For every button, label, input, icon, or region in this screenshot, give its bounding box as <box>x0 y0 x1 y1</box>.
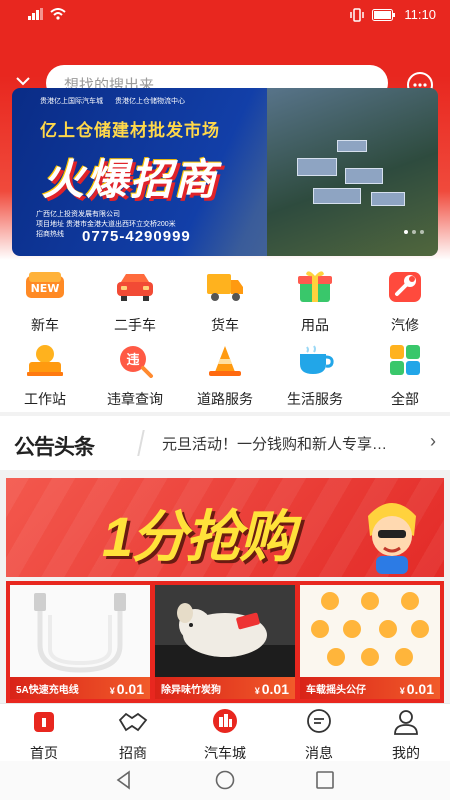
status-bar: 11:10 <box>0 0 450 30</box>
status-left <box>28 8 66 20</box>
grid-item-label: 用品 <box>301 317 329 333</box>
tab-label: 汽车城 <box>204 745 246 761</box>
chevron-right-icon[interactable]: › <box>430 431 436 452</box>
banner-company: 广西亿上投资发展有限公司 <box>36 211 120 218</box>
violation-badge: 违 <box>126 352 139 368</box>
bamboo-charcoal-dog-image <box>155 585 295 679</box>
grid-item-used-car[interactable]: 二手车 <box>90 264 180 334</box>
product-name: 除异味竹炭狗 <box>161 685 221 696</box>
handshake-icon <box>118 712 148 732</box>
grid-item-accessories[interactable]: 用品 <box>270 264 360 334</box>
promo-banner[interactable]: 1分抢购 <box>6 478 444 577</box>
price-currency: ¥ <box>254 686 260 696</box>
grid-item-label: 违章查询 <box>107 391 163 407</box>
price-currency: ¥ <box>109 686 115 696</box>
function-grid: NEW 新车 二手车 货车 用品 汽修 工作站 违 违章查询 道路服务 生活服务… <box>0 260 450 412</box>
carousel-dots <box>404 230 424 234</box>
product-price: ¥0.01 <box>110 681 144 697</box>
car-city-icon <box>213 709 237 733</box>
banner-headline: 火爆招商 <box>42 156 219 203</box>
truck-icon <box>207 274 243 301</box>
grid-item-workstation[interactable]: 工作站 <box>0 338 90 408</box>
tab-label: 首页 <box>30 745 58 761</box>
violation-search-icon: 违 <box>120 346 153 378</box>
announcement-bar[interactable]: 公告头条 元旦活动！一分钱购和新人专享… › <box>0 416 450 470</box>
workstation-icon <box>27 345 63 376</box>
banner-carousel[interactable]: 贵港亿上国际汽车城 贵港亿上仓储物流中心 亿上仓储建材批发市场 火爆招商 广西亿… <box>12 88 438 256</box>
status-right: 11:10 <box>350 7 436 22</box>
signal-icon <box>28 8 43 20</box>
banner-phone: 0775-4290999 <box>82 228 191 245</box>
product-price: ¥0.01 <box>400 681 434 697</box>
banner-address: 贵港市金港大道出西环立交桥200米 <box>65 221 176 228</box>
product-card[interactable]: 除异味竹炭狗 ¥0.01 <box>155 585 295 699</box>
home-icon <box>34 712 54 732</box>
grid-item-new-car[interactable]: NEW 新车 <box>0 264 90 334</box>
battery-icon <box>372 8 396 21</box>
tab-messages[interactable]: 消息 <box>284 708 354 762</box>
grid-item-truck[interactable]: 货车 <box>180 264 270 334</box>
banner-title: 亿上仓储建材批发市场 <box>40 121 220 140</box>
banner-logo-right: 贵港亿上仓储物流中心 <box>115 98 185 105</box>
tab-label: 我的 <box>392 745 420 761</box>
price-currency: ¥ <box>399 686 405 696</box>
price-value: 0.01 <box>261 681 289 697</box>
used-car-icon <box>117 274 153 301</box>
wrench-icon <box>389 272 421 302</box>
grid-item-label: 货车 <box>211 317 239 333</box>
status-time: 11:10 <box>404 7 436 22</box>
grid-item-all[interactable]: 全部 <box>360 338 450 408</box>
profile-icon <box>394 710 418 735</box>
tab-car-city[interactable]: 汽车城 <box>190 708 260 762</box>
tab-profile[interactable]: 我的 <box>371 708 441 762</box>
tab-home[interactable]: 首页 <box>9 708 79 762</box>
recents-icon[interactable] <box>314 769 336 791</box>
tab-investment[interactable]: 招商 <box>98 708 168 762</box>
product-name: 车载摇头公仔 <box>306 685 366 696</box>
back-icon[interactable] <box>113 769 135 791</box>
banner-address-label: 项目地址 <box>36 221 64 228</box>
accessories-icon <box>298 271 332 302</box>
vibrate-icon <box>350 7 365 22</box>
grid-item-label: 二手车 <box>114 317 156 333</box>
grid-item-label: 新车 <box>31 317 59 333</box>
new-badge: NEW <box>31 282 60 295</box>
grid-item-label: 道路服务 <box>197 391 253 407</box>
tab-label: 消息 <box>305 745 333 761</box>
coffee-cup-icon <box>300 345 334 374</box>
all-grid-icon <box>390 345 420 375</box>
grid-item-label: 全部 <box>391 391 419 407</box>
price-value: 0.01 <box>116 681 144 697</box>
bobblehead-toys-image <box>300 585 440 679</box>
product-list: 5A快速充电线 ¥0.01 除异味竹炭狗 ¥0.01 车载摇头公仔 ¥0.01 <box>6 581 444 703</box>
traffic-cone-icon <box>209 346 241 376</box>
divider <box>137 430 145 456</box>
grid-item-violation-search[interactable]: 违 违章查询 <box>90 338 180 408</box>
price-value: 0.01 <box>406 681 434 697</box>
home-circle-icon[interactable] <box>214 769 236 791</box>
product-card[interactable]: 5A快速充电线 ¥0.01 <box>10 585 150 699</box>
banner-logo-left: 贵港亿上国际汽车城 <box>40 98 103 105</box>
grid-item-repair[interactable]: 汽修 <box>360 264 450 334</box>
usb-cable-image <box>10 585 150 679</box>
banner-logos: 贵港亿上国际汽车城 贵港亿上仓储物流中心 <box>40 96 185 106</box>
grid-item-life-service[interactable]: 生活服务 <box>270 338 360 408</box>
product-card[interactable]: 车载摇头公仔 ¥0.01 <box>300 585 440 699</box>
grid-item-road-service[interactable]: 道路服务 <box>180 338 270 408</box>
grid-item-label: 工作站 <box>24 391 66 407</box>
system-nav-bar <box>0 761 450 800</box>
message-icon <box>307 709 331 733</box>
wifi-icon <box>50 8 66 20</box>
announcement-text[interactable]: 元旦活动！一分钱购和新人专享… <box>162 433 417 454</box>
new-car-icon: NEW <box>26 272 64 298</box>
tab-label: 招商 <box>119 745 147 761</box>
announcement-logo: 公告头条 <box>14 436 95 459</box>
grid-item-label: 汽修 <box>391 317 419 333</box>
product-price: ¥0.01 <box>255 681 289 697</box>
promo-title: 1分抢购 <box>102 505 295 568</box>
bottom-tab-bar: 首页 招商 汽车城 消息 我的 <box>0 703 450 761</box>
product-name: 5A快速充电线 <box>16 685 79 696</box>
cartoon-character-icon <box>368 503 416 574</box>
grid-item-label: 生活服务 <box>287 391 343 407</box>
